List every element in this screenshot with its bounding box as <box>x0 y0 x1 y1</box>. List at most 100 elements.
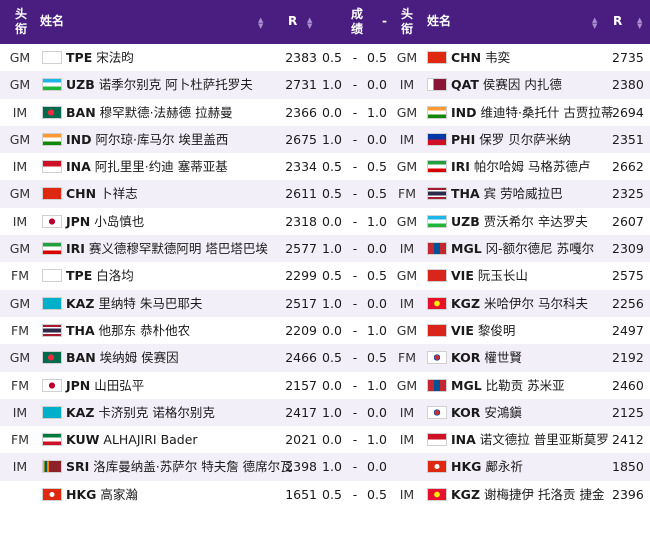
ind-flag-icon <box>427 99 447 119</box>
player-name: 贾沃希尔 辛达罗夫 <box>483 213 588 229</box>
country-code: KAZ <box>66 295 95 311</box>
player-right[interactable]: HKG 鄺永祈 <box>451 453 523 480</box>
player-right[interactable]: KGZ 谢梅捷伊 托洛贡 捷金 <box>451 481 604 508</box>
sort-arrows-icon[interactable]: ▲ ▼ <box>637 17 642 30</box>
player-left[interactable]: CHN 卜祥志 <box>66 180 138 207</box>
score-separator: - <box>352 50 358 65</box>
rating-right: 2125 <box>612 404 644 420</box>
player-right[interactable]: KGZ 米哈伊尔 马尔科夫 <box>451 290 588 317</box>
jpn-flag-icon <box>42 208 62 228</box>
uzb-flag-icon <box>42 71 62 92</box>
player-left[interactable]: KUW ALHAJIRI Bader <box>66 426 198 453</box>
title-left: GM <box>9 50 31 65</box>
player-left[interactable]: IRI 赛义德穆罕默德阿明 塔巴塔巴埃 <box>66 235 268 262</box>
title-right: FM <box>398 186 416 202</box>
rating-right: 2575 <box>612 268 644 284</box>
player-right[interactable]: INA 诺文德拉 普里亚斯莫罗 <box>451 426 609 453</box>
tpe-flag-icon <box>42 44 62 64</box>
title-left: IM <box>12 159 28 175</box>
player-right[interactable]: QAT 侯赛因 内扎德 <box>451 71 562 98</box>
tha-flag-icon <box>42 317 62 337</box>
score-right: 0.0 <box>367 241 387 257</box>
score-left: 1.0 <box>322 404 342 420</box>
title-left: GM <box>9 295 31 311</box>
player-left[interactable]: JPN 山田弘平 <box>66 372 144 399</box>
player-left[interactable]: SRI 洛库曼纳盖·苏萨尔 特夫詹 德席尔瓦 <box>66 453 293 480</box>
rating-right: 2497 <box>612 322 644 338</box>
player-left[interactable]: BAN 埃纳姆 侯赛因 <box>66 344 179 371</box>
player-left[interactable]: BAN 穆罕默德·法赫德 拉赫曼 <box>66 99 233 126</box>
title-right: IM <box>399 295 415 311</box>
score-left: 0.5 <box>322 186 342 202</box>
player-left[interactable]: INA 阿扎里里·约迪 塞蒂亚基 <box>66 153 228 180</box>
rating-right: 2325 <box>612 186 644 202</box>
table-body: GM TPE 宋法昀 2383 0.5-0.5 GM CHN 韦奕 2735 GM UZB 诺季… <box>0 44 650 508</box>
title-right: IM <box>399 241 415 257</box>
table-row: GM BAN 埃纳姆 侯赛因 2466 0.5-0.5 FM KOR 權世賢 2192 <box>0 344 650 372</box>
player-left[interactable]: JPN 小岛慎也 <box>66 208 144 235</box>
player-right[interactable]: CHN 韦奕 <box>451 44 510 71</box>
title-left: GM <box>9 241 31 257</box>
player-left[interactable]: TPE 白洛均 <box>66 262 134 289</box>
country-code: KOR <box>451 350 481 366</box>
player-right[interactable]: MGL 冈-额尔德尼 苏嘎尔 <box>451 235 594 262</box>
score-right: 1.0 <box>367 432 387 448</box>
rating-left: 2021 <box>285 432 317 448</box>
player-right[interactable]: PHI 保罗 贝尔萨米纳 <box>451 126 571 153</box>
country-code: IRI <box>66 241 85 257</box>
header-name-right[interactable]: 姓名 <box>427 14 451 29</box>
score-right: 0.5 <box>367 50 387 65</box>
title-right: IM <box>399 432 415 448</box>
player-name: 黎俊明 <box>477 322 516 338</box>
sort-arrows-icon[interactable]: ▲ ▼ <box>258 17 263 30</box>
title-right: GM <box>396 377 418 393</box>
rating-right: 2256 <box>612 295 644 311</box>
score-right: 1.0 <box>367 377 387 393</box>
rating-left: 1651 <box>285 486 317 502</box>
score-left: 0.0 <box>322 377 342 393</box>
header-rating-left[interactable]: R <box>288 14 297 29</box>
player-right[interactable]: THA 宾 劳哈威拉巴 <box>451 180 563 207</box>
header-title-right[interactable]: 头 衔 <box>397 7 417 37</box>
header-result: 成 绩 <box>350 7 363 36</box>
title-left: IM <box>12 213 28 229</box>
player-right[interactable]: IRI 帕尔哈姆 马格苏德卢 <box>451 153 590 180</box>
header-rating-right[interactable]: R <box>613 14 622 29</box>
table-row: GM TPE 宋法昀 2383 0.5-0.5 GM CHN 韦奕 2735 <box>0 44 650 71</box>
header-name-left[interactable]: 姓名 <box>40 14 64 29</box>
player-name: 阮玉长山 <box>477 268 528 284</box>
rating-right: 2309 <box>612 241 644 257</box>
player-left[interactable]: KAZ 卡济别克 诺格尔别克 <box>66 399 215 426</box>
ban-flag-icon <box>42 99 62 119</box>
rating-right: 2380 <box>612 77 644 93</box>
player-right[interactable]: VIE 阮玉长山 <box>451 262 528 289</box>
player-right[interactable]: UZB 贾沃希尔 辛达罗夫 <box>451 208 588 235</box>
player-left[interactable]: KAZ 里纳特 朱马巴耶夫 <box>66 290 202 317</box>
player-name: 小岛慎也 <box>94 213 145 229</box>
ina-flag-icon <box>42 153 62 174</box>
sort-arrows-icon[interactable]: ▲ ▼ <box>307 17 312 30</box>
rating-left: 2417 <box>285 404 317 420</box>
player-right[interactable]: KOR 權世賢 <box>451 344 522 371</box>
ina-flag-icon <box>427 426 447 447</box>
title-right: IM <box>399 131 415 147</box>
player-left[interactable]: UZB 诺季尔别克 阿卜杜萨托罗夫 <box>66 71 253 98</box>
player-right[interactable]: IND 维迪特·桑托什 古贾拉蒂 <box>451 99 613 126</box>
header-title-left[interactable]: 头 衔 <box>11 7 31 37</box>
sort-arrows-icon[interactable]: ▲ ▼ <box>592 17 597 30</box>
player-left[interactable]: IND 阿尔琼·库马尔 埃里盖西 <box>66 126 228 153</box>
score-left: 1.0 <box>322 131 342 147</box>
player-left[interactable]: THA 他那东 恭朴他农 <box>66 317 190 344</box>
table-row: FM THA 他那东 恭朴他农 2209 0.0-1.0 GM VIE 黎俊明 2497 <box>0 317 650 344</box>
player-left[interactable]: HKG 高家瀚 <box>66 481 138 508</box>
player-right[interactable]: VIE 黎俊明 <box>451 317 515 344</box>
player-left[interactable]: TPE 宋法昀 <box>66 44 134 71</box>
player-name: 洛库曼纳盖·苏萨尔 特夫詹 德席尔瓦 <box>93 459 293 475</box>
country-code: JPN <box>66 377 91 393</box>
title-left: FM <box>11 377 29 393</box>
country-code: KGZ <box>451 295 481 311</box>
player-right[interactable]: MGL 比勒贡 苏米亚 <box>451 372 565 399</box>
country-code: UZB <box>451 213 480 229</box>
player-right[interactable]: KOR 安鴻鎭 <box>451 399 522 426</box>
tha-flag-icon <box>427 180 447 201</box>
